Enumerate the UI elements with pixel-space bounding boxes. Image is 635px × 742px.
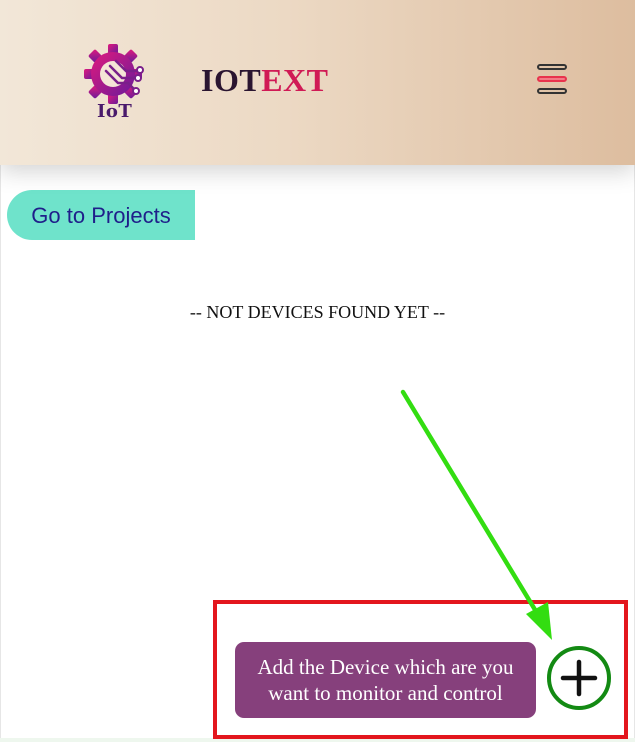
app-header: IoT IOTEXT xyxy=(0,0,635,165)
empty-devices-message: -- NOT DEVICES FOUND YET -- xyxy=(189,302,446,322)
add-device-button[interactable] xyxy=(547,646,611,710)
menu-bar-top xyxy=(537,64,567,70)
menu-bar-bottom xyxy=(537,88,567,94)
brand-title[interactable]: IOTEXT xyxy=(201,62,328,99)
menu-bar-middle xyxy=(537,76,567,82)
go-to-projects-button[interactable]: Go to Projects xyxy=(7,190,195,240)
brand-title-part2: EXT xyxy=(261,62,329,98)
add-device-tooltip: Add the Device which are you want to mon… xyxy=(235,642,536,718)
plus-circle-icon xyxy=(560,659,598,697)
hamburger-menu-button[interactable] xyxy=(533,60,575,102)
brand-title-part1: IOT xyxy=(201,62,262,98)
logo-label: IoT xyxy=(97,101,133,122)
gear-circuit-icon xyxy=(84,44,144,104)
